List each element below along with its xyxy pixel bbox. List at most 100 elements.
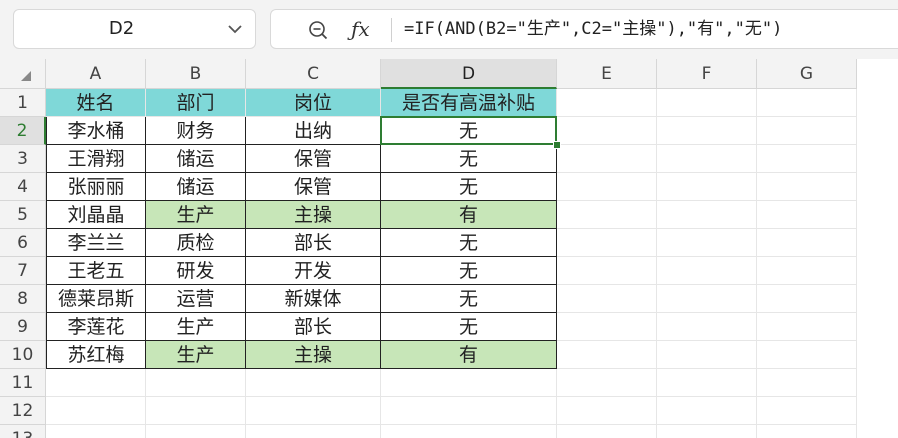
grid-cell[interactable]	[657, 313, 757, 341]
table-cell[interactable]: 生产	[146, 313, 246, 341]
table-cell[interactable]: 保管	[246, 173, 381, 201]
grid-cell[interactable]	[657, 369, 757, 397]
header-cell[interactable]: 姓名	[46, 89, 146, 117]
row-header-2[interactable]: 2	[0, 117, 46, 145]
table-cell[interactable]: 德莱昂斯	[46, 285, 146, 313]
grid-cell[interactable]	[757, 257, 857, 285]
fill-handle[interactable]	[553, 141, 561, 149]
grid-cell[interactable]	[657, 425, 757, 438]
table-cell[interactable]: 张丽丽	[46, 173, 146, 201]
grid-cell[interactable]	[557, 145, 657, 173]
row-header-10[interactable]: 10	[0, 341, 46, 369]
formula-input[interactable]: =IF(AND(B2="生产",C2="主操"),"有","无")	[404, 10, 782, 48]
grid-cell[interactable]	[557, 369, 657, 397]
formula-bar[interactable]: ƒx =IF(AND(B2="生产",C2="主操"),"有","无")	[270, 9, 898, 49]
grid-cell[interactable]	[757, 341, 857, 369]
grid-cell[interactable]	[757, 425, 857, 438]
grid-cell[interactable]	[46, 397, 146, 425]
grid-cell[interactable]	[557, 341, 657, 369]
grid-cell[interactable]	[246, 425, 381, 438]
table-cell[interactable]: 储运	[146, 145, 246, 173]
grid-cell[interactable]	[146, 397, 246, 425]
column-header-d[interactable]: D	[381, 59, 557, 89]
grid-cell[interactable]	[557, 117, 657, 145]
grid-cell[interactable]	[657, 145, 757, 173]
grid-cell[interactable]	[557, 257, 657, 285]
grid-cell[interactable]	[657, 117, 757, 145]
table-cell[interactable]: 主操	[246, 341, 381, 369]
grid-cell[interactable]	[381, 369, 557, 397]
chevron-down-icon[interactable]	[225, 19, 245, 39]
grid-cell[interactable]	[657, 229, 757, 257]
table-cell[interactable]: 有	[381, 341, 557, 369]
grid-cell[interactable]	[657, 257, 757, 285]
grid-cell[interactable]	[757, 397, 857, 425]
grid-cell[interactable]	[557, 313, 657, 341]
row-header-5[interactable]: 5	[0, 201, 46, 229]
table-cell[interactable]: 部长	[246, 313, 381, 341]
table-cell[interactable]: 新媒体	[246, 285, 381, 313]
table-cell[interactable]: 财务	[146, 117, 246, 145]
grid-cell[interactable]	[146, 369, 246, 397]
table-cell[interactable]: 李水桶	[46, 117, 146, 145]
grid-cell[interactable]	[146, 425, 246, 438]
grid-cell[interactable]	[557, 89, 657, 117]
table-cell[interactable]: 无	[381, 229, 557, 257]
zoom-out-icon[interactable]	[307, 19, 329, 41]
grid-cell[interactable]	[46, 369, 146, 397]
table-cell[interactable]: 储运	[146, 173, 246, 201]
grid-cell[interactable]	[557, 173, 657, 201]
function-icon[interactable]: ƒx	[351, 14, 370, 44]
grid-cell[interactable]	[657, 173, 757, 201]
table-cell[interactable]: 运营	[146, 285, 246, 313]
grid-cell[interactable]	[46, 425, 146, 438]
table-cell[interactable]: 李兰兰	[46, 229, 146, 257]
table-cell[interactable]: 有	[381, 201, 557, 229]
grid-cell[interactable]	[557, 201, 657, 229]
grid-cell[interactable]	[657, 397, 757, 425]
header-cell[interactable]: 岗位	[246, 89, 381, 117]
grid-cell[interactable]	[557, 425, 657, 438]
table-cell[interactable]: 苏红梅	[46, 341, 146, 369]
column-header-f[interactable]: F	[657, 59, 757, 89]
grid-cell[interactable]	[757, 229, 857, 257]
grid-cell[interactable]	[657, 89, 757, 117]
header-cell[interactable]: 是否有高温补贴	[381, 89, 557, 117]
grid-cell[interactable]	[757, 173, 857, 201]
grid-cell[interactable]	[246, 397, 381, 425]
select-all-corner[interactable]	[0, 59, 46, 89]
grid-cell[interactable]	[657, 201, 757, 229]
grid-cell[interactable]	[657, 341, 757, 369]
grid-cell[interactable]	[757, 369, 857, 397]
table-cell[interactable]: 质检	[146, 229, 246, 257]
grid-cell[interactable]	[657, 285, 757, 313]
column-header-c[interactable]: C	[246, 59, 381, 89]
table-cell[interactable]: 无	[381, 145, 557, 173]
table-cell[interactable]: 生产	[146, 201, 246, 229]
column-header-g[interactable]: G	[757, 59, 857, 89]
row-header-6[interactable]: 6	[0, 229, 46, 257]
table-cell[interactable]: 王老五	[46, 257, 146, 285]
table-cell[interactable]: 生产	[146, 341, 246, 369]
table-cell[interactable]: 无	[381, 173, 557, 201]
grid-cell[interactable]	[381, 425, 557, 438]
row-header-3[interactable]: 3	[0, 145, 46, 173]
table-cell[interactable]: 无	[381, 313, 557, 341]
table-cell[interactable]: 王滑翔	[46, 145, 146, 173]
grid-cell[interactable]	[757, 89, 857, 117]
name-box[interactable]: D2	[13, 9, 256, 49]
table-cell[interactable]: 保管	[246, 145, 381, 173]
grid-cell[interactable]	[757, 201, 857, 229]
spreadsheet-grid[interactable]: ABCDEFG12345678910111213姓名部门岗位是否有高温补贴李水桶…	[0, 59, 898, 438]
header-cell[interactable]: 部门	[146, 89, 246, 117]
grid-cell[interactable]	[246, 369, 381, 397]
grid-cell[interactable]	[757, 117, 857, 145]
row-header-9[interactable]: 9	[0, 313, 46, 341]
table-cell[interactable]: 无	[381, 285, 557, 313]
table-cell[interactable]: 无	[381, 257, 557, 285]
table-cell[interactable]: 部长	[246, 229, 381, 257]
grid-cell[interactable]	[557, 285, 657, 313]
table-cell[interactable]: 李莲花	[46, 313, 146, 341]
column-header-b[interactable]: B	[146, 59, 246, 89]
table-cell[interactable]: 研发	[146, 257, 246, 285]
